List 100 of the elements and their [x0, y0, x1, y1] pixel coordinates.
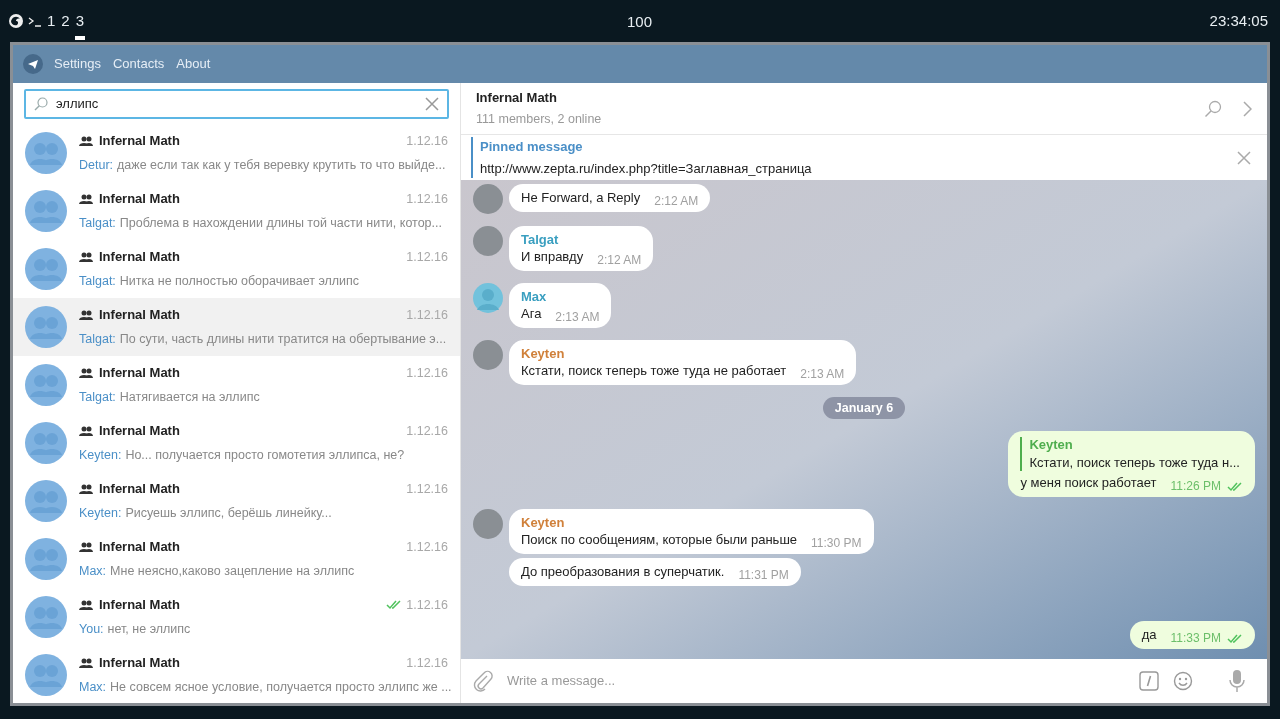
pinned-text[interactable]: http://www.zepta.ru/index.php?title=Заглавная_страница: [480, 158, 1237, 178]
message-input[interactable]: Write a message...: [507, 671, 1125, 691]
group-avatar-icon: [25, 364, 67, 406]
message-text: Поиск по сообщениям, которые были раньше: [521, 532, 798, 548]
message-time: 11:31 PM: [738, 567, 789, 583]
chat-date: 1.12.16: [406, 306, 448, 324]
message-text: у меня поиск работает: [1020, 475, 1157, 491]
chat-title: Infernal Math: [99, 422, 181, 441]
chat-preview: Рисуешь эллипс, берёшь линейку...: [125, 504, 332, 522]
workspace-button[interactable]: 2: [60, 12, 71, 40]
reply-sender: Keyten: [1029, 437, 1074, 453]
chat-sender: Keyten:: [79, 504, 122, 522]
chat-preview: Но... получается просто гомотетия эллипса, не?: [125, 446, 405, 464]
chat-preview: Мне неясно,каково зацепление на эллипс: [110, 562, 355, 580]
group-icon: [79, 135, 93, 147]
group-avatar-icon: [25, 596, 67, 638]
chat-preview: Натягивается на эллипс: [119, 388, 260, 406]
message-time: 11:26 PM: [1170, 478, 1221, 494]
paperclip-icon[interactable]: [473, 670, 493, 692]
chat-sender: Talgat:: [79, 214, 116, 232]
chat-preview: нет, не эллипс: [107, 620, 191, 638]
search-icon[interactable]: [1204, 99, 1222, 118]
message-time: 11:33 PM: [1170, 630, 1221, 646]
chat-date: 1.12.16: [406, 480, 448, 498]
profile-photo: [473, 509, 503, 539]
chat-sender: You:: [79, 620, 104, 638]
group-avatar-icon: [25, 422, 67, 464]
close-icon[interactable]: [1237, 150, 1251, 165]
group-icon: [79, 367, 93, 379]
chat-header-title: Infernal Math: [476, 88, 558, 107]
message-time: 2:12 AM: [597, 252, 642, 268]
clear-icon[interactable]: [425, 96, 439, 111]
search-icon: [34, 96, 48, 111]
message-text: До преобразования в суперчатик.: [521, 564, 725, 580]
chat-sender: Talgat:: [79, 272, 116, 290]
chat-title: Infernal Math: [99, 596, 181, 615]
group-avatar-icon: [25, 132, 67, 174]
chat-title: Infernal Math: [99, 480, 181, 499]
chat-sender: Max:: [79, 562, 107, 580]
message-time: 2:13 AM: [555, 309, 600, 325]
chat-preview: Проблема в нахождении длины той части нити, котор...: [119, 214, 442, 232]
volume-level: 100: [627, 12, 653, 32]
pinned-label: Pinned message: [480, 138, 584, 156]
chevron-right-icon[interactable]: [1242, 100, 1252, 117]
chat-list-item[interactable]: Infernal Math 1.12.16 Talgat: По сути, часть длины нити тратится на обертывание э...: [13, 298, 460, 356]
message-sender: Max: [521, 289, 548, 305]
profile-photo: [473, 226, 503, 256]
chat-sender: Talgat:: [79, 388, 116, 406]
message-time: 2:12 AM: [654, 193, 699, 209]
browser-icon[interactable]: [8, 13, 24, 29]
group-icon: [79, 657, 93, 669]
app-logo-icon: [23, 54, 43, 74]
chat-preview: Нитка не полностью оборачивает эллипс: [119, 272, 360, 290]
search-field[interactable]: эллипс: [24, 88, 449, 119]
group-avatar-icon: [25, 248, 67, 290]
group-icon: [79, 309, 93, 321]
profile-photo: [473, 184, 503, 214]
group-avatar-icon: [25, 480, 67, 522]
message-text: Кстати, поиск теперь тоже туда не работает: [521, 363, 787, 379]
message-text: И вправду: [521, 249, 584, 265]
chat-title: Infernal Math: [99, 248, 181, 267]
chat-date: 1.12.16: [406, 248, 448, 266]
chat-preview: даже если так как у тебя веревку крутить то что выйде...: [117, 156, 446, 174]
message-text: Ага: [521, 306, 542, 322]
chat-title: Infernal Math: [99, 364, 181, 383]
chat-sender: Detur:: [79, 156, 114, 174]
message-time: 2:13 AM: [800, 366, 845, 382]
chat-title: Infernal Math: [99, 538, 181, 557]
group-avatar-icon: [25, 306, 67, 348]
chat-date: 1.12.16: [406, 190, 448, 208]
message-time: 11:30 PM: [811, 535, 862, 551]
chat-header-subtitle: 111 members, 2 online: [476, 111, 603, 129]
microphone-icon[interactable]: [1229, 669, 1245, 693]
chat-date: 1.12.16: [406, 538, 448, 556]
chat-date: 1.12.16: [406, 364, 448, 382]
group-avatar-icon: [25, 190, 67, 232]
avatar-icon: [473, 283, 503, 313]
terminal-icon[interactable]: [28, 15, 42, 27]
chat-title: Infernal Math: [99, 132, 181, 151]
chat-date: 1.12.16: [406, 596, 448, 614]
chat-date: 1.12.16: [406, 132, 448, 150]
group-avatar-icon: [25, 654, 67, 696]
reply-text: Кстати, поиск теперь тоже туда н...: [1029, 455, 1241, 471]
chat-sender: Keyten:: [79, 446, 122, 464]
message-text: Не Forward, a Reply: [521, 190, 641, 206]
chat-title: Infernal Math: [99, 306, 181, 325]
workspace-button[interactable]: 1: [46, 12, 57, 40]
chat-sender: Max:: [79, 678, 107, 696]
chat-sender: Talgat:: [79, 330, 116, 348]
chat-date: 1.12.16: [406, 654, 448, 672]
message-text: да: [1141, 627, 1157, 643]
message-sender: Keyten: [521, 515, 566, 531]
emoji-icon[interactable]: [1173, 671, 1193, 691]
group-icon: [79, 483, 93, 495]
message-sender: Keyten: [521, 346, 566, 362]
clock: 23:34:05: [1209, 10, 1269, 31]
command-icon[interactable]: [1139, 671, 1159, 691]
chat-preview: По сути, часть длины нити тратится на обертывание э...: [119, 330, 447, 348]
date-badge: January 6: [822, 397, 906, 419]
chat-date: 1.12.16: [406, 422, 448, 440]
